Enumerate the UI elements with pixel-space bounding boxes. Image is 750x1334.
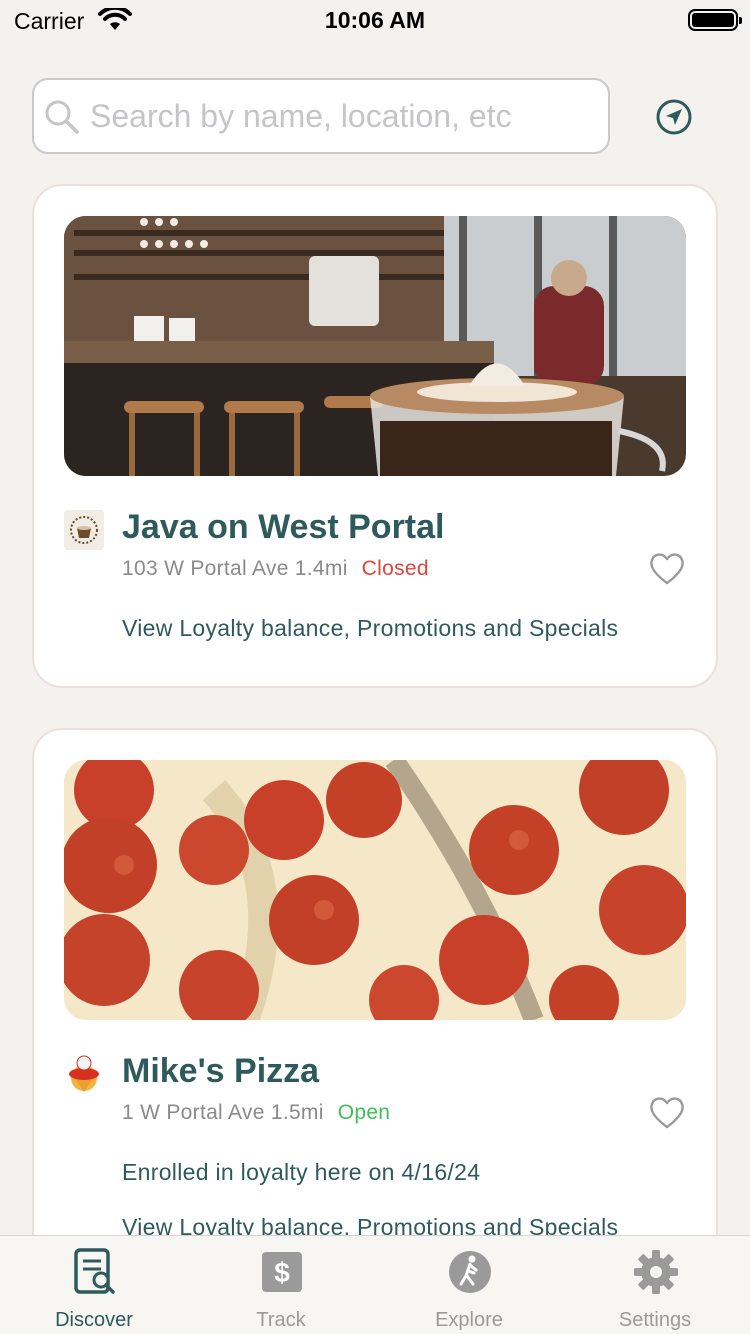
cafe-logo-icon — [64, 510, 104, 550]
tab-bar: Discover $ Track Explore Settings — [0, 1235, 750, 1334]
status-badge: Open — [337, 1101, 391, 1124]
tab-explore[interactable]: Explore — [394, 1236, 544, 1334]
place-card[interactable]: Java on West Portal 103 W Portal Ave 1.4… — [32, 184, 718, 688]
discover-icon — [74, 1248, 115, 1294]
status-time: 10:06 AM — [324, 7, 426, 33]
tab-track[interactable]: $ Track — [206, 1236, 356, 1334]
search-bar[interactable] — [32, 78, 610, 154]
loyalty-link[interactable]: View Loyalty balance, Promotions and Spe… — [122, 615, 618, 642]
heart-icon[interactable] — [648, 552, 686, 586]
battery-icon — [688, 9, 742, 31]
place-address-line: 1 W Portal Ave 1.5mi Open — [122, 1101, 390, 1125]
cafe-photo — [64, 216, 686, 476]
place-name[interactable]: Mike's Pizza — [122, 1052, 319, 1091]
walking-icon — [449, 1251, 491, 1293]
dollar-icon: $ — [262, 1252, 302, 1292]
place-name[interactable]: Java on West Portal — [122, 508, 445, 547]
svg-text:$: $ — [274, 1257, 290, 1288]
location-arrow-icon[interactable] — [654, 97, 694, 137]
place-address-line: 103 W Portal Ave 1.4mi Closed — [122, 557, 429, 581]
search-input[interactable] — [90, 80, 600, 152]
tab-label: Settings — [618, 1309, 692, 1331]
tab-label: Discover — [55, 1309, 133, 1331]
pizza-photo — [64, 760, 686, 1020]
gear-icon — [634, 1250, 678, 1294]
tab-discover[interactable]: Discover — [19, 1236, 169, 1334]
place-card[interactable]: Mike's Pizza 1 W Portal Ave 1.5mi Open En… — [32, 728, 718, 1288]
pizza-logo-icon — [69, 1055, 99, 1092]
status-badge: Closed — [361, 557, 429, 580]
search-icon — [45, 100, 79, 134]
tab-label: Explore — [435, 1309, 503, 1331]
tab-label: Track — [256, 1309, 306, 1331]
tab-settings[interactable]: Settings — [580, 1236, 730, 1334]
place-address: 103 W Portal Ave 1.4mi — [122, 557, 348, 580]
status-bar: Carrier 10:06 AM — [0, 0, 750, 40]
heart-icon[interactable] — [648, 1096, 686, 1130]
place-address: 1 W Portal Ave 1.5mi — [122, 1101, 324, 1124]
enrolled-text: Enrolled in loyalty here on 4/16/24 — [122, 1159, 481, 1185]
